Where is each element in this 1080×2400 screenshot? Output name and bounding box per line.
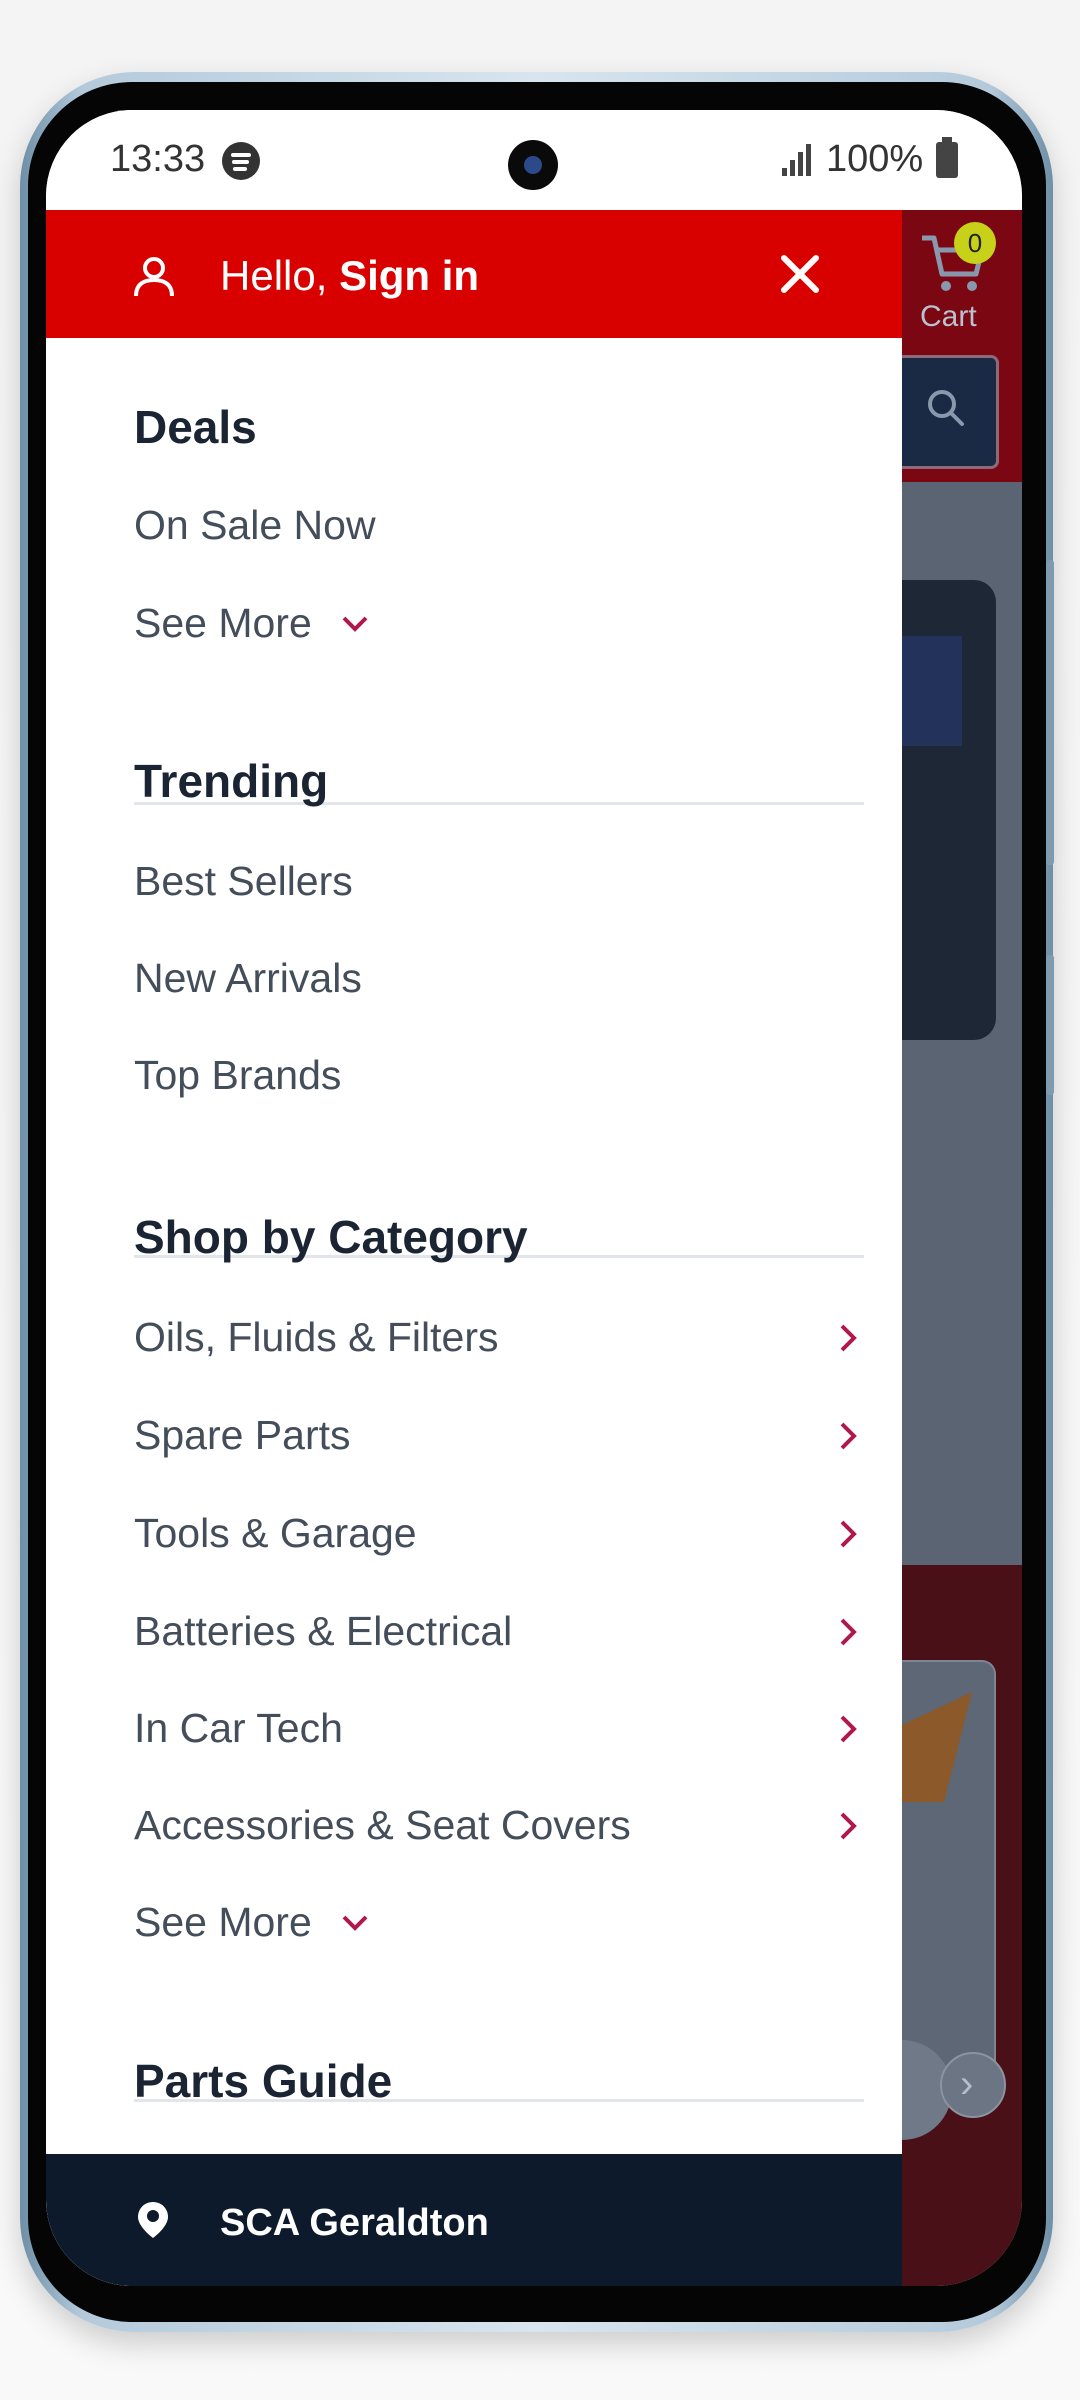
section-title-parts-guide[interactable]: Parts Guide: [134, 2054, 392, 2108]
see-more-label: See More: [134, 600, 312, 646]
camera-cutout: [508, 140, 558, 190]
chevron-right-icon: [840, 1520, 857, 1548]
section-title-deals: Deals: [134, 401, 257, 453]
spotify-icon: [222, 142, 260, 180]
battery-icon: [936, 137, 958, 178]
background-app[interactable]: 0 Cart ›: [902, 210, 1022, 2286]
status-bar: 13:33 100%: [46, 110, 1022, 210]
chevron-right-icon: [840, 1324, 857, 1352]
cart-count-badge: 0: [954, 222, 996, 264]
location-pin-icon: [138, 2202, 168, 2238]
background-carousel-next[interactable]: ›: [940, 2052, 1006, 2118]
background-header: 0 Cart: [902, 210, 1022, 482]
category-item-oils-fluids-filters[interactable]: Oils, Fluids & Filters: [134, 1302, 864, 1372]
menu-item-new-arrivals[interactable]: New Arrivals: [134, 943, 864, 1013]
status-time: 13:33: [110, 138, 206, 180]
menu-item-label: Tools & Garage: [134, 1510, 417, 1556]
battery-percent: 100%: [826, 138, 924, 180]
section-title-trending: Trending: [134, 755, 329, 807]
category-item-accessories-seat-covers[interactable]: Accessories & Seat Covers: [134, 1790, 864, 1860]
category-see-more-toggle[interactable]: See More: [134, 1887, 864, 1957]
menu-item-label: In Car Tech: [134, 1705, 343, 1751]
store-name: SCA Geraldton: [220, 2202, 489, 2244]
search-button[interactable]: [902, 355, 999, 469]
user-icon: [134, 257, 174, 297]
menu-item-label: Top Brands: [134, 1052, 342, 1098]
drawer-header[interactable]: Hello, Sign in: [46, 210, 902, 338]
category-item-in-car-tech[interactable]: In Car Tech: [134, 1693, 864, 1763]
deals-see-more-toggle[interactable]: See More: [134, 588, 864, 658]
chevron-down-icon: [342, 1915, 368, 1931]
cart-label: Cart: [920, 300, 977, 333]
chevron-down-icon: [342, 616, 368, 632]
section-title-shop-by-category: Shop by Category: [134, 1211, 528, 1263]
menu-item-label: Oils, Fluids & Filters: [134, 1314, 499, 1360]
greeting-text: Hello,: [220, 252, 328, 299]
menu-item-label: On Sale Now: [134, 502, 376, 548]
menu-item-label: Batteries & Electrical: [134, 1608, 513, 1654]
store-selector[interactable]: SCA Geraldton: [46, 2154, 902, 2286]
see-more-label: See More: [134, 1899, 312, 1945]
navigation-drawer: Hello, Sign in Deals On Sale Now See Mor…: [46, 210, 902, 2286]
power-button: [1046, 955, 1054, 1095]
menu-item-best-sellers[interactable]: Best Sellers: [134, 846, 864, 916]
screen: 13:33 100% 0 Cart › Hello, Sign in Deals…: [46, 110, 1022, 2286]
chevron-right-icon: [840, 1422, 857, 1450]
chevron-right-icon: [840, 1812, 857, 1840]
background-product-card: [902, 1660, 996, 2104]
chevron-right-icon: [840, 1618, 857, 1646]
menu-item-label: Spare Parts: [134, 1412, 351, 1458]
search-icon: [928, 390, 964, 426]
volume-button: [1046, 560, 1054, 865]
menu-item-label: Accessories & Seat Covers: [134, 1802, 631, 1848]
background-banner: [902, 580, 996, 1040]
menu-item-label: New Arrivals: [134, 955, 362, 1001]
category-item-tools-garage[interactable]: Tools & Garage: [134, 1498, 864, 1568]
close-icon[interactable]: [772, 246, 828, 302]
menu-item-label: Best Sellers: [134, 858, 353, 904]
chevron-right-icon: [840, 1715, 857, 1743]
menu-item-on-sale-now[interactable]: On Sale Now: [134, 490, 864, 560]
sign-in-text: Sign in: [339, 252, 480, 299]
category-item-batteries-electrical[interactable]: Batteries & Electrical: [134, 1596, 864, 1666]
background-banner-art: [902, 636, 962, 746]
menu-item-top-brands[interactable]: Top Brands: [134, 1040, 864, 1110]
signal-icon: [782, 142, 816, 176]
sign-in-link[interactable]: Hello, Sign in: [220, 252, 479, 300]
category-item-spare-parts[interactable]: Spare Parts: [134, 1400, 864, 1470]
